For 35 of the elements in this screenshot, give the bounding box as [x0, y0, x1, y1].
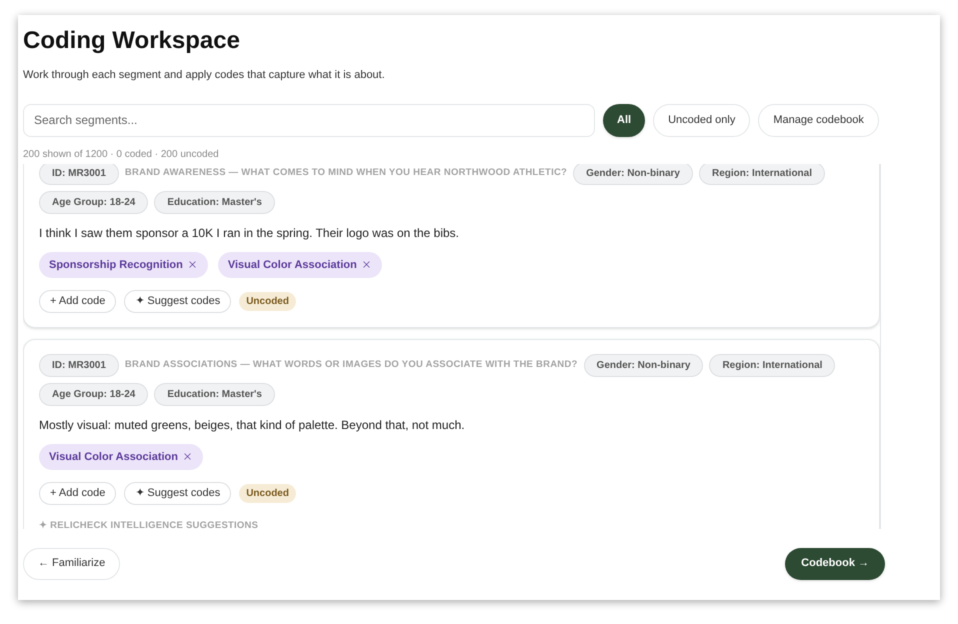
remove-icon[interactable] [182, 451, 193, 462]
code-label: Visual Color Association [49, 450, 178, 464]
attribute-tag: Region: International [699, 164, 825, 184]
attribute-tag: Gender: Non-binary [584, 354, 704, 376]
attribute-tag: ID: MR3001 [39, 164, 119, 184]
summary-text: 200 shown of 1200 · 0 coded · 200 uncoded [23, 148, 220, 162]
back-button[interactable]: ← Familiarize [23, 548, 120, 580]
add-code-button[interactable]: + Add code [39, 482, 116, 504]
add-code-button[interactable]: + Add code [39, 290, 116, 312]
status-badge: Uncoded [239, 484, 296, 503]
attribute-tag: Education: Master's [154, 382, 275, 406]
attribute-tag: ID: MR3001 [39, 354, 119, 376]
attribute-tag: Age Group: 18-24 [39, 190, 148, 214]
code-label: Visual Color Association [228, 258, 357, 272]
filter-button[interactable]: Uncoded only [653, 104, 750, 136]
suggest-codes-button[interactable]: ✦ Suggest codes [124, 482, 232, 504]
next-button[interactable]: Codebook → [785, 548, 885, 580]
attribute-tag: Region: International [709, 354, 836, 376]
attribute-tag: Gender: Non-binary [573, 164, 693, 184]
page-subtitle: Work through each segment and apply codes that capture what it is about. [23, 68, 386, 83]
status-badge: Uncoded [239, 292, 296, 311]
search-field[interactable]: Search segments... [23, 104, 595, 136]
attribute-tag: Age Group: 18-24 [39, 382, 148, 406]
filter-button[interactable]: All [603, 104, 646, 136]
page-title: Coding Workspace [23, 26, 241, 56]
segment-text: Mostly visual: muted greens, beiges, that kind of palette. Beyond that, not much. [39, 416, 466, 434]
remove-icon[interactable] [360, 259, 372, 270]
manage-codebook-button[interactable]: Manage codebook [758, 104, 879, 136]
question-label: BRAND ASSOCIATIONS — WHAT WORDS OR IMAGES DO YOU ASSOCIATE WITH THE BRAND? [124, 358, 578, 372]
code-label: Sponsorship Recognition [49, 258, 183, 272]
attribute-tag: Education: Master's [154, 190, 275, 214]
segment-text: I think I saw them sponsor a 10K I ran in the spring. Their logo was on the bibs. [39, 224, 460, 242]
suggest-codes-button[interactable]: ✦ Suggest codes [124, 290, 232, 312]
remove-icon[interactable] [186, 259, 198, 270]
question-label: BRAND AWARENESS — WHAT COMES TO MIND WHEN YOU HEAR NORTHWOOD ATHLETIC? [124, 166, 568, 180]
